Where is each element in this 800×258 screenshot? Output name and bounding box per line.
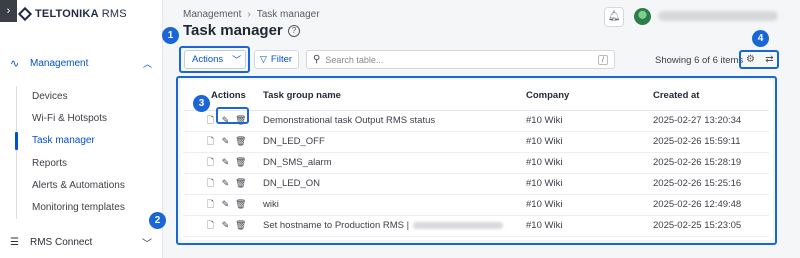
company: #10 Wiki: [526, 110, 653, 132]
task-groups-table: Actions Task group name Company Created …: [183, 80, 769, 237]
search-box: ⚲ /: [306, 50, 615, 69]
created-at: 2025-02-26 15:59:11: [653, 131, 769, 153]
actions-dropdown-button[interactable]: Actions ﹀: [184, 50, 246, 69]
chevron-down-icon: ﹀: [142, 238, 152, 250]
column-header-company[interactable]: Company: [526, 80, 653, 111]
sidebar-section-management[interactable]: ∿ Management ︿: [0, 54, 162, 72]
table-row: 🗋 ✎ 🗑 Set hostname to Production RMS | #10…: [183, 215, 769, 237]
edit-icon[interactable]: ✎: [220, 220, 231, 231]
chevron-right-icon: ›: [247, 9, 251, 20]
edit-icon[interactable]: ✎: [220, 115, 231, 126]
sidebar-item-wifi-hotspots[interactable]: Wi-Fi & Hotspots: [17, 108, 157, 130]
task-group-name: Demonstrational task Output RMS status: [263, 110, 526, 132]
created-at: 2025-02-27 13:20:34: [653, 110, 769, 132]
delete-trash-icon[interactable]: 🗑: [235, 115, 246, 126]
sidebar-item-reports[interactable]: Reports: [17, 153, 157, 175]
delete-trash-icon[interactable]: 🗑: [235, 157, 246, 168]
task-group-name: wiki: [263, 194, 526, 216]
refresh-icon[interactable]: ⇄: [762, 52, 777, 67]
delete-trash-icon[interactable]: 🗑: [235, 136, 246, 147]
redacted-text: [413, 221, 504, 229]
task-group-name: DN_LED_ON: [263, 173, 526, 195]
table-row: 🗋 ✎ 🗑 DN_LED_OFF #10 Wiki 2025-02-26 15:59…: [183, 131, 769, 153]
view-file-icon[interactable]: 🗋: [205, 199, 216, 210]
task-group-name: DN_LED_OFF: [263, 131, 526, 153]
search-icon: ⚲: [313, 54, 321, 65]
breadcrumb-current: Task manager: [256, 9, 320, 20]
view-file-icon[interactable]: 🗋: [205, 178, 216, 189]
delete-trash-icon[interactable]: 🗑: [235, 178, 246, 189]
breadcrumb-management[interactable]: Management: [183, 9, 241, 20]
search-shortcut-hint: /: [598, 55, 608, 65]
task-group-name: DN_SMS_alarm: [263, 152, 526, 174]
sidebar: › TELTONIKA RMS ∿ Management ︿ Devices W…: [0, 0, 163, 258]
edit-icon[interactable]: ✎: [220, 157, 231, 168]
settings-gear-icon[interactable]: ⚙: [743, 52, 758, 67]
sidebar-item-task-manager[interactable]: Task manager: [15, 130, 157, 152]
chevron-up-icon: ︿: [142, 58, 152, 69]
edit-icon[interactable]: ✎: [220, 136, 231, 147]
column-header-created-at[interactable]: Created at: [653, 80, 769, 111]
server-icon: ☰: [10, 236, 19, 248]
view-file-icon[interactable]: 🗋: [205, 157, 216, 168]
created-at: 2025-02-25 15:23:05: [653, 215, 769, 237]
delete-trash-icon[interactable]: 🗑: [235, 220, 246, 231]
sidebar-section-rms-connect[interactable]: ☰ RMS Connect ﹀: [0, 233, 162, 251]
table-header-row: Actions Task group name Company Created …: [183, 80, 769, 111]
activity-icon: ∿: [10, 57, 20, 70]
filter-button[interactable]: ▽ Filter: [254, 50, 299, 69]
company: #10 Wiki: [526, 215, 653, 237]
company: #10 Wiki: [526, 152, 653, 174]
table-row: 🗋 ✎ 🗑 DN_SMS_alarm #10 Wiki 2025-02-26 15:…: [183, 152, 769, 174]
search-input[interactable]: [325, 54, 586, 65]
callout-badge-4: 4: [752, 30, 769, 47]
user-name-redacted: [658, 11, 778, 21]
edit-icon[interactable]: ✎: [220, 178, 231, 189]
callout-badge-3: 3: [193, 95, 210, 112]
company: #10 Wiki: [526, 173, 653, 195]
items-count: Showing 6 of 6 items: [655, 55, 744, 66]
table-panel: Actions Task group name Company Created …: [181, 80, 773, 240]
sidebar-item-devices[interactable]: Devices: [17, 86, 157, 108]
logo: TELTONIKA RMS: [17, 6, 127, 22]
created-at: 2025-02-26 15:25:16: [653, 173, 769, 195]
teltonika-logo-icon: [17, 6, 33, 22]
help-icon[interactable]: ?: [288, 25, 300, 37]
sidebar-subnav: Devices Wi-Fi & Hotspots Task manager Re…: [15, 86, 157, 220]
task-group-name: Set hostname to Production RMS |: [263, 215, 526, 237]
page-title: Task manager: [183, 22, 283, 39]
view-file-icon[interactable]: 🗋: [205, 115, 216, 126]
callout-badge-1: 1: [162, 27, 179, 44]
chevron-down-icon: ﹀: [232, 55, 242, 65]
delete-trash-icon[interactable]: 🗑: [235, 199, 246, 210]
collapse-sidebar-button[interactable]: ›: [0, 0, 17, 22]
created-at: 2025-02-26 12:49:48: [653, 194, 769, 216]
sidebar-item-monitoring-templates[interactable]: Monitoring templates: [17, 197, 157, 219]
column-header-task-group-name[interactable]: Task group name: [263, 80, 526, 111]
company: #10 Wiki: [526, 194, 653, 216]
edit-icon[interactable]: ✎: [220, 199, 231, 210]
sidebar-item-alerts-automations[interactable]: Alerts & Automations: [17, 175, 157, 197]
notifications-bell-icon[interactable]: 🔔︎: [604, 7, 624, 27]
view-file-icon[interactable]: 🗋: [205, 136, 216, 147]
filter-icon: ▽: [260, 54, 267, 64]
callout-badge-2: 2: [149, 212, 166, 229]
breadcrumb: Management › Task manager: [183, 9, 320, 20]
created-at: 2025-02-26 15:28:19: [653, 152, 769, 174]
table-row: 🗋 ✎ 🗑 DN_LED_ON #10 Wiki 2025-02-26 15:25:…: [183, 173, 769, 195]
company: #10 Wiki: [526, 131, 653, 153]
view-file-icon[interactable]: 🗋: [205, 220, 216, 231]
table-row: 🗋 ✎ 🗑 wiki #10 Wiki 2025-02-26 12:49:48: [183, 194, 769, 216]
avatar[interactable]: [634, 8, 651, 25]
table-row: 🗋 ✎ 🗑 Demonstrational task Output RMS stat…: [183, 110, 769, 132]
